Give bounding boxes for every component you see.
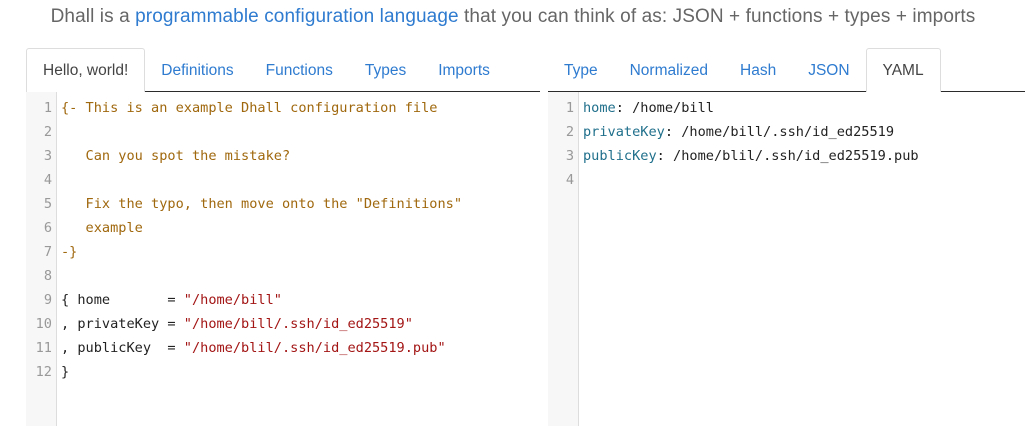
line-number: 7: [43, 244, 52, 260]
line-number: 2: [43, 124, 52, 140]
tab-json[interactable]: JSON: [792, 49, 865, 91]
code-line: 2: [26, 120, 540, 144]
tab-hash[interactable]: Hash: [724, 49, 792, 91]
yaml-key: publicKey: [583, 148, 657, 164]
code-line: 3 Can you spot the mistake?: [26, 144, 540, 168]
code-text: { home = "/home/bill": [61, 288, 282, 312]
comment-text: example: [61, 220, 143, 236]
line-number: 5: [43, 196, 52, 212]
output-lines: 1 home: /home/bill 2 privateKey: /home/bill…: [548, 96, 1025, 192]
line-number: 12: [35, 364, 52, 380]
field-name: { home =: [61, 292, 184, 308]
code-line: 7 -}: [26, 240, 540, 264]
code-line: 10 , privateKey = "/home/bill/.ssh/id_ed2…: [26, 312, 540, 336]
string-literal: "/home/bill/.ssh/id_ed25519": [183, 316, 413, 332]
field-name: , privateKey =: [61, 316, 184, 332]
yaml-colon: :: [664, 124, 674, 140]
brace: }: [61, 364, 70, 380]
code-text: }: [61, 360, 69, 384]
code-line: 11 , publicKey = "/home/blil/.ssh/id_ed25…: [26, 336, 540, 360]
tab-hello-world[interactable]: Hello, world!: [26, 48, 146, 92]
tagline-suffix: that you can think of as: JSON + functio…: [458, 6, 976, 27]
line-number: 4: [565, 172, 574, 188]
code-line: 6 example: [26, 216, 540, 240]
input-pane: Hello, world! Definitions Functions Type…: [26, 48, 540, 426]
code-lines: 1 {- This is an example Dhall configurati…: [26, 96, 540, 384]
line-number: 1: [43, 100, 52, 116]
tab-definitions[interactable]: Definitions: [145, 49, 249, 91]
output-line: 2 privateKey: /home/bill/.ssh/id_ed25519: [548, 120, 1025, 144]
code-line: 5 Fix the typo, then move onto the "Defi…: [26, 192, 540, 216]
code-text: , privateKey = "/home/bill/.ssh/id_ed255…: [61, 312, 413, 336]
yaml-value: /home/bill/.ssh/id_ed25519: [673, 124, 895, 140]
code-line: 9 { home = "/home/bill": [26, 288, 540, 312]
tab-functions[interactable]: Functions: [250, 49, 349, 91]
comment-text: -}: [61, 244, 78, 260]
yaml-value: /home/bill: [623, 100, 714, 116]
field-name: , publicKey =: [61, 340, 184, 356]
code-text: Can you spot the mistake?: [61, 144, 291, 168]
language-link[interactable]: programmable configuration language: [135, 6, 459, 27]
yaml-output-editor[interactable]: 1 home: /home/bill 2 privateKey: /home/bill…: [548, 92, 1025, 426]
tab-type[interactable]: Type: [548, 49, 614, 91]
line-number: 8: [43, 268, 52, 284]
string-literal: "/home/blil/.ssh/id_ed25519.pub": [183, 340, 446, 356]
line-number: 3: [43, 148, 52, 164]
code-text: Fix the typo, then move onto the "Defini…: [61, 192, 462, 216]
tab-normalized[interactable]: Normalized: [614, 49, 724, 91]
code-line: 1 {- This is an example Dhall configurati…: [26, 96, 540, 120]
yaml-value: /home/blil/.ssh/id_ed25519.pub: [664, 148, 919, 164]
output-line: 4: [548, 168, 1025, 192]
line-number: 1: [565, 100, 574, 116]
yaml-key: home: [583, 100, 616, 116]
tab-yaml[interactable]: YAML: [865, 48, 941, 92]
comment-text: Fix the typo, then move onto the "Defini…: [61, 196, 463, 212]
output-line: 3 publicKey: /home/blil/.ssh/id_ed25519.p…: [548, 144, 1025, 168]
output-text: privateKey: /home/bill/.ssh/id_ed25519: [583, 120, 894, 144]
line-number: 11: [35, 340, 52, 356]
line-number: 6: [43, 220, 52, 236]
code-text: {- This is an example Dhall configuratio…: [61, 96, 437, 120]
line-number: 9: [43, 292, 52, 308]
code-text: , publicKey = "/home/blil/.ssh/id_ed2551…: [61, 336, 446, 360]
code-line: 8: [26, 264, 540, 288]
line-number: 2: [565, 124, 574, 140]
comment-text: {- This is an example Dhall configuratio…: [61, 100, 438, 116]
dhall-code-editor[interactable]: 1 {- This is an example Dhall configurati…: [26, 92, 540, 426]
example-tabs: Hello, world! Definitions Functions Type…: [26, 48, 540, 92]
output-pane: Type Normalized Hash JSON YAML 1 home: /h…: [548, 48, 1025, 426]
yaml-colon: :: [615, 100, 624, 116]
yaml-colon: :: [656, 148, 665, 164]
tab-imports[interactable]: Imports: [422, 49, 506, 91]
output-tabs: Type Normalized Hash JSON YAML: [548, 48, 1025, 92]
output-text: publicKey: /home/blil/.ssh/id_ed25519.pu…: [583, 144, 919, 168]
line-number: 10: [35, 316, 52, 332]
string-literal: "/home/bill": [183, 292, 282, 308]
code-line: 12}: [26, 360, 540, 384]
line-number: 4: [43, 172, 52, 188]
yaml-key: privateKey: [583, 124, 665, 140]
tagline-prefix: Dhall is a: [50, 6, 136, 27]
output-text: home: /home/bill: [583, 96, 714, 120]
tab-types[interactable]: Types: [349, 49, 422, 91]
comment-text: Can you spot the mistake?: [61, 148, 291, 164]
code-line: 4: [26, 168, 540, 192]
tagline: Dhall is a programmable configuration la…: [0, 6, 1026, 28]
code-text: -}: [61, 240, 77, 264]
code-text: example: [61, 216, 143, 240]
line-number: 3: [565, 148, 574, 164]
output-line: 1 home: /home/bill: [548, 96, 1025, 120]
